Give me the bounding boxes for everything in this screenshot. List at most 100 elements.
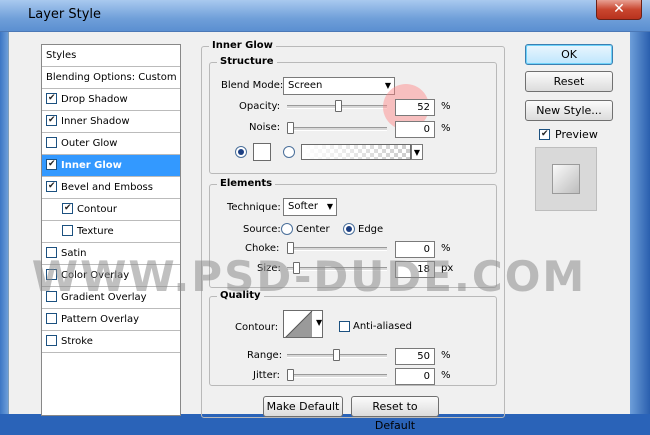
size-input[interactable]: 18 <box>395 261 435 278</box>
noise-slider[interactable] <box>287 122 387 134</box>
range-input[interactable]: 50 <box>395 348 435 365</box>
styles-item-checkbox[interactable] <box>46 92 57 104</box>
styles-item-label: Pattern Overlay <box>61 314 140 325</box>
reset-button[interactable]: Reset <box>525 71 613 92</box>
close-button[interactable]: ✕ <box>596 0 642 20</box>
ok-button[interactable]: OK <box>525 44 613 65</box>
styles-item-checkbox[interactable] <box>62 224 73 236</box>
choke-slider[interactable] <box>287 242 387 254</box>
styles-item-outer-glow[interactable]: Outer Glow <box>42 133 180 155</box>
styles-item-texture[interactable]: Texture <box>42 221 180 243</box>
styles-item-checkbox[interactable] <box>46 114 57 126</box>
styles-item-checkbox[interactable] <box>46 246 57 258</box>
choke-label: Choke: <box>245 243 280 254</box>
styles-item-stroke[interactable]: Stroke <box>42 331 180 353</box>
window-frame-left <box>0 32 8 414</box>
source-center-label: Center <box>296 224 330 235</box>
source-edge-label: Edge <box>358 224 384 235</box>
elements-title: Elements <box>217 178 276 189</box>
blend-mode-label: Blend Mode: <box>221 80 284 91</box>
choke-input[interactable]: 0 <box>395 241 435 258</box>
styles-item-checkbox[interactable] <box>46 158 57 170</box>
opacity-unit: % <box>441 101 451 112</box>
noise-slider-thumb[interactable] <box>287 122 294 134</box>
range-slider[interactable] <box>287 349 387 361</box>
styles-item-label: Styles <box>46 50 77 61</box>
chevron-down-icon: ▼ <box>413 148 420 157</box>
jitter-slider-thumb[interactable] <box>287 369 294 381</box>
size-label: Size: <box>257 263 281 274</box>
styles-item-label: Color Overlay <box>61 270 130 281</box>
styles-item-checkbox[interactable] <box>46 312 57 324</box>
glow-gradient-swatch[interactable] <box>301 144 411 160</box>
elements-group <box>209 184 497 288</box>
choke-slider-thumb[interactable] <box>287 242 294 254</box>
blend-mode-select[interactable]: Screen ▼ <box>283 77 395 95</box>
technique-label: Technique: <box>227 202 281 213</box>
anti-aliased-label: Anti-aliased <box>353 321 413 332</box>
size-unit: px <box>441 263 454 274</box>
noise-input[interactable]: 0 <box>395 121 435 138</box>
opacity-slider-thumb[interactable] <box>335 100 342 112</box>
styles-item-gradient-overlay[interactable]: Gradient Overlay <box>42 287 180 309</box>
source-edge-radio[interactable] <box>343 223 355 235</box>
styles-item-color-overlay[interactable]: Color Overlay <box>42 265 180 287</box>
styles-item-checkbox[interactable] <box>46 180 57 192</box>
styles-item-checkbox[interactable] <box>46 136 57 148</box>
anti-aliased-checkbox[interactable] <box>339 321 350 332</box>
style-preview <box>535 147 597 211</box>
styles-item-blending-options-custom[interactable]: Blending Options: Custom <box>42 67 180 89</box>
range-slider-thumb[interactable] <box>333 349 340 361</box>
title-bar: Layer Style ✕ <box>0 0 650 32</box>
styles-item-inner-shadow[interactable]: Inner Shadow <box>42 111 180 133</box>
styles-item-label: Drop Shadow <box>61 94 128 105</box>
contour-curve-icon: ▼ <box>285 311 322 337</box>
styles-item-pattern-overlay[interactable]: Pattern Overlay <box>42 309 180 331</box>
chevron-down-icon: ▼ <box>326 202 333 211</box>
styles-item-contour[interactable]: Contour <box>42 199 180 221</box>
contour-picker[interactable]: ▼ <box>283 310 323 338</box>
source-label: Source: <box>243 224 281 235</box>
contour-label: Contour: <box>235 322 279 333</box>
styles-item-bevel-and-emboss[interactable]: Bevel and Emboss <box>42 177 180 199</box>
color-radio[interactable] <box>235 146 247 158</box>
styles-item-label: Satin <box>61 248 87 259</box>
glow-color-swatch[interactable] <box>253 143 271 161</box>
source-center-radio[interactable] <box>281 223 293 235</box>
new-style-button[interactable]: New Style... <box>525 100 613 121</box>
noise-label: Noise: <box>249 122 281 133</box>
styles-item-checkbox[interactable] <box>62 202 73 214</box>
opacity-label: Opacity: <box>239 101 281 112</box>
opacity-input[interactable]: 52 <box>395 99 435 116</box>
jitter-label: Jitter: <box>253 370 281 381</box>
styles-item-label: Gradient Overlay <box>61 292 147 303</box>
preview-checkbox[interactable] <box>539 129 550 140</box>
styles-item-inner-glow[interactable]: Inner Glow <box>42 155 180 177</box>
styles-item-styles[interactable]: Styles <box>42 45 180 67</box>
jitter-input[interactable]: 0 <box>395 368 435 385</box>
styles-item-satin[interactable]: Satin <box>42 243 180 265</box>
styles-item-label: Inner Shadow <box>61 116 130 127</box>
dialog-body: Styles Blending Options: Custom Drop Shado… <box>8 32 630 432</box>
quality-title: Quality <box>217 290 264 301</box>
styles-item-drop-shadow[interactable]: Drop Shadow <box>42 89 180 111</box>
styles-item-label: Outer Glow <box>61 138 118 149</box>
noise-unit: % <box>441 123 451 134</box>
preview-label: Preview <box>555 128 598 141</box>
jitter-slider[interactable] <box>287 369 387 381</box>
inner-glow-title: Inner Glow <box>209 40 276 51</box>
size-slider[interactable] <box>287 262 387 274</box>
technique-select[interactable]: Softer ▼ <box>283 198 337 216</box>
blend-mode-value: Screen <box>288 80 323 91</box>
jitter-unit: % <box>441 370 451 381</box>
styles-item-checkbox[interactable] <box>46 290 57 302</box>
structure-title: Structure <box>217 56 277 67</box>
styles-item-checkbox[interactable] <box>46 334 57 346</box>
gradient-radio[interactable] <box>283 146 295 158</box>
styles-item-checkbox[interactable] <box>46 268 57 280</box>
opacity-slider[interactable] <box>287 100 387 112</box>
gradient-picker-button[interactable]: ▼ <box>411 144 423 160</box>
styles-item-label: Stroke <box>61 336 93 347</box>
size-slider-thumb[interactable] <box>293 262 300 274</box>
choke-unit: % <box>441 243 451 254</box>
